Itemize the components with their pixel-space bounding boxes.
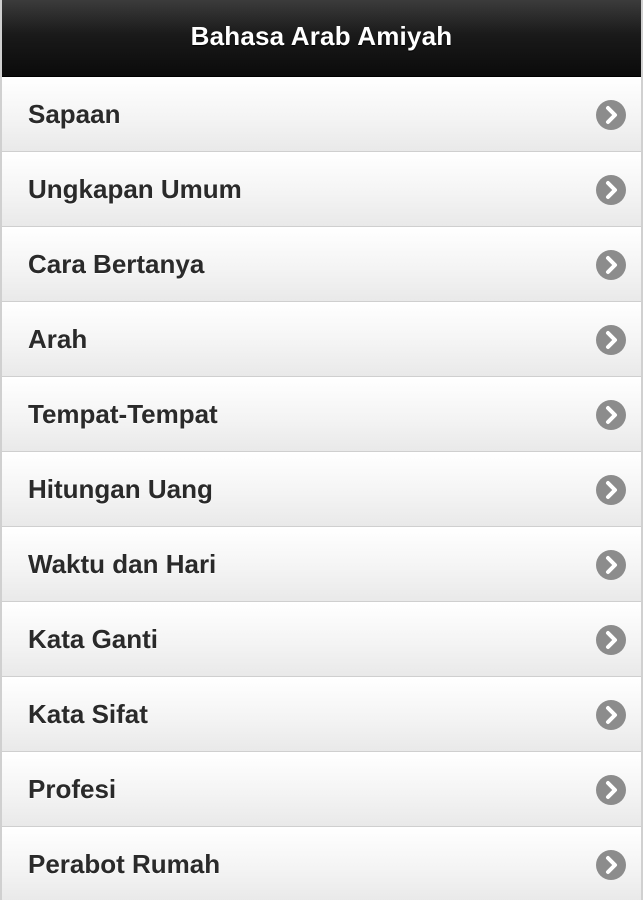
list-item-label: Kata Ganti — [28, 624, 159, 654]
list-item[interactable]: Hitungan Uang — [2, 452, 641, 527]
list-item-label: Ungkapan Umum — [28, 174, 242, 204]
list-item-label: Sapaan — [28, 99, 121, 129]
list-item[interactable]: Tempat-Tempat — [2, 377, 641, 452]
list-item[interactable]: Ungkapan Umum — [2, 152, 641, 227]
list-item[interactable]: Sapaan — [2, 77, 641, 152]
list-item-label: Cara Bertanya — [28, 249, 205, 279]
chevron-right-icon — [596, 549, 626, 580]
list-item[interactable]: Profesi — [2, 752, 641, 827]
chevron-right-icon — [596, 174, 626, 205]
list-item[interactable]: Cara Bertanya — [2, 227, 641, 302]
chevron-right-icon — [596, 474, 626, 505]
list-item-label: Arah — [28, 324, 88, 354]
chevron-right-icon — [596, 774, 626, 805]
chevron-right-icon — [596, 849, 626, 880]
chevron-right-icon — [596, 399, 626, 430]
header-bar: Bahasa Arab Amiyah — [2, 0, 641, 77]
list-item[interactable]: Perabot Rumah — [2, 827, 641, 900]
app-window: Bahasa Arab Amiyah Sapaan Ungkapan Umum … — [0, 0, 643, 900]
chevron-right-icon — [596, 699, 626, 730]
list-item-label: Kata Sifat — [28, 699, 148, 729]
list-item-label: Waktu dan Hari — [28, 549, 217, 579]
list-item-label: Perabot Rumah — [28, 849, 221, 879]
page-title: Bahasa Arab Amiyah — [190, 20, 453, 51]
list-item-label: Tempat-Tempat — [28, 399, 218, 429]
list-item-label: Hitungan Uang — [28, 474, 213, 504]
chevron-right-icon — [596, 324, 626, 355]
list-item-label: Profesi — [28, 774, 117, 804]
chevron-right-icon — [596, 624, 626, 655]
list-item[interactable]: Kata Ganti — [2, 602, 641, 677]
list-item[interactable]: Kata Sifat — [2, 677, 641, 752]
chevron-right-icon — [596, 99, 626, 130]
list-item[interactable]: Arah — [2, 302, 641, 377]
chevron-right-icon — [596, 249, 626, 280]
list-item[interactable]: Waktu dan Hari — [2, 527, 641, 602]
menu-list: Sapaan Ungkapan Umum Cara Bertanya Arah … — [2, 77, 641, 900]
